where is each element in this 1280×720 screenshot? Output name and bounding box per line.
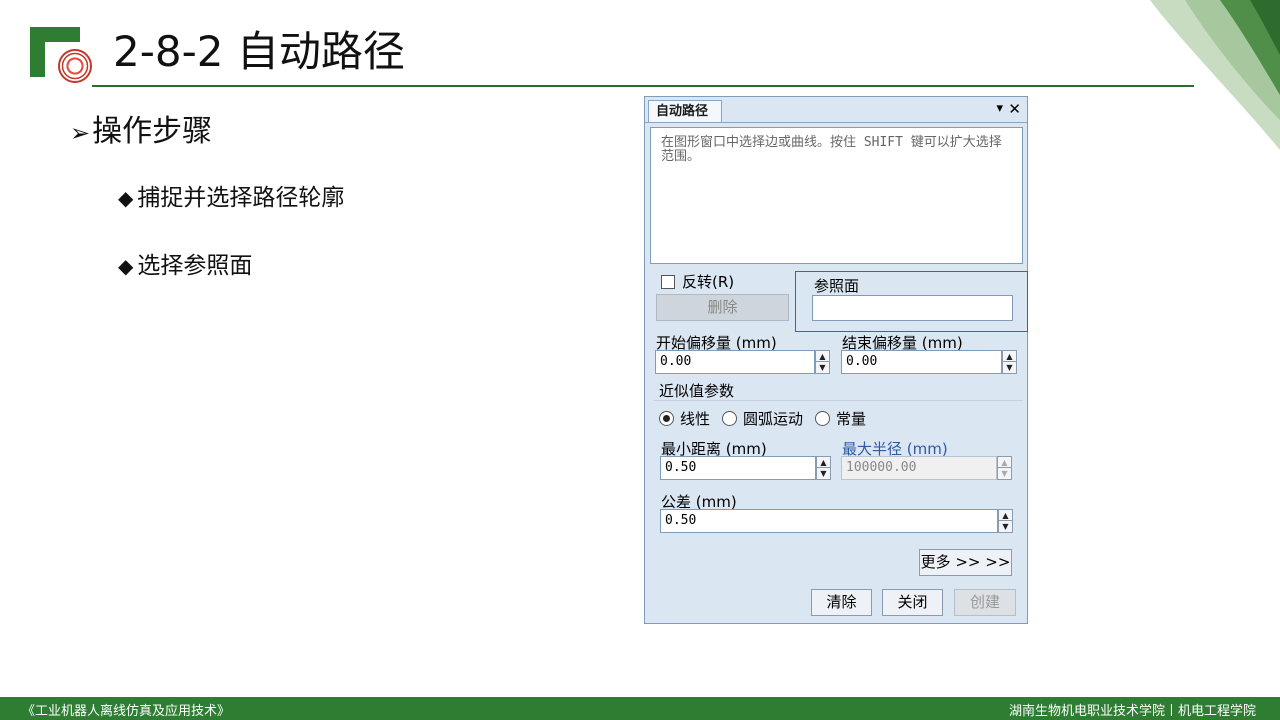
footer-bar: 《工业机器人离线仿真及应用技术》 湖南生物机电职业技术学院丨机电工程学院 — [0, 697, 1280, 720]
reference-label: 参照面 — [814, 277, 860, 295]
spin-down-icon[interactable]: ▼ — [816, 362, 829, 373]
tab-auto-path[interactable]: 自动路径 — [648, 100, 722, 122]
min-distance-stepper[interactable]: ▲ ▼ — [816, 456, 831, 480]
spin-up-icon[interactable]: ▲ — [817, 457, 830, 468]
start-offset-stepper[interactable]: ▲ ▼ — [815, 350, 830, 374]
instructions-text: 在图形窗口中选择边或曲线。按住 SHIFT 键可以扩大选择范围。 — [661, 135, 1002, 164]
bullet-text: 捕捉并选择路径轮廓 — [137, 185, 345, 211]
footer-course-title: 《工业机器人离线仿真及应用技术》 — [22, 704, 231, 719]
radio-icon[interactable] — [815, 411, 831, 426]
radio-icon[interactable] — [722, 411, 738, 426]
pin-dropdown-icon[interactable]: ▾ — [996, 101, 1003, 116]
min-distance-input[interactable]: 0.50 — [660, 456, 816, 480]
tolerance-input[interactable]: 0.50 — [660, 509, 998, 533]
radio-constant[interactable]: 常量 — [815, 408, 866, 429]
spin-down-icon: ▼ — [1001, 469, 1008, 478]
radio-label: 圆弧运动 — [743, 410, 804, 428]
spin-up-icon[interactable]: ▲ — [816, 351, 829, 362]
max-radius-input: 100000.00 — [841, 456, 997, 480]
clear-button[interactable]: 清除 — [811, 589, 872, 616]
auto-path-dialog: 自动路径 ▾ ✕ 在图形窗口中选择边或曲线。按住 SHIFT 键可以扩大选择范围… — [644, 96, 1028, 624]
checkbox-icon[interactable] — [661, 274, 675, 289]
spin-down-icon[interactable]: ▼ — [817, 468, 830, 479]
tolerance-stepper[interactable]: ▲ ▼ — [998, 509, 1013, 533]
section-heading: ➢操作步骤 — [70, 106, 212, 150]
spin-down-icon[interactable]: ▼ — [1003, 362, 1016, 373]
school-seal-icon — [58, 49, 92, 83]
radio-label: 常量 — [836, 410, 867, 428]
approx-params-label: 近似值参数 — [659, 382, 735, 400]
instructions-box: 在图形窗口中选择边或曲线。按住 SHIFT 键可以扩大选择范围。 — [650, 127, 1023, 264]
spin-up-icon[interactable]: ▲ — [1003, 351, 1016, 362]
group-divider — [653, 400, 1023, 401]
radio-arc[interactable]: 圆弧运动 — [722, 408, 803, 429]
delete-button[interactable]: 删除 — [656, 294, 789, 321]
end-offset-input[interactable]: 0.00 — [841, 350, 1002, 374]
radio-linear[interactable]: 线性 — [659, 408, 710, 429]
reverse-checkbox[interactable]: 反转(R) — [661, 271, 734, 292]
title-divider — [92, 85, 1194, 87]
max-radius-stepper: ▲ ▼ — [997, 456, 1012, 480]
radio-selected-icon[interactable] — [659, 411, 674, 426]
reference-surface-input[interactable] — [812, 295, 1013, 321]
spin-up-icon: ▲ — [998, 457, 1011, 468]
school-logo — [30, 27, 94, 85]
spin-down-icon[interactable]: ▼ — [999, 521, 1012, 532]
reverse-label: 反转(R) — [682, 273, 735, 291]
more-button[interactable]: 更多 >> >> — [919, 549, 1012, 576]
diamond-bullet-icon: ◆ — [118, 186, 134, 210]
diamond-bullet-icon: ◆ — [118, 254, 134, 278]
close-button[interactable]: 关闭 — [882, 589, 943, 616]
arrow-bullet-icon: ➢ — [70, 119, 91, 147]
decorative-leaves — [1150, 0, 1280, 150]
end-offset-stepper[interactable]: ▲ ▼ — [1002, 350, 1017, 374]
create-button: 创建 — [954, 589, 1016, 616]
close-icon[interactable]: ✕ — [1008, 100, 1021, 118]
section-heading-text: 操作步骤 — [92, 114, 213, 149]
page-title: 2-8-2 自动路径 — [113, 27, 405, 76]
bullet-item: ◆ 捕捉并选择路径轮廓 — [118, 178, 344, 212]
radio-label: 线性 — [680, 410, 711, 428]
footer-institution: 湖南生物机电职业技术学院丨机电工程学院 — [1008, 704, 1256, 719]
spin-up-icon[interactable]: ▲ — [999, 510, 1012, 521]
bullet-text: 选择参照面 — [137, 253, 253, 279]
start-offset-input[interactable]: 0.00 — [655, 350, 815, 374]
bullet-item: ◆ 选择参照面 — [118, 246, 252, 280]
approx-type-radio-group: 线性 圆弧运动 常量 — [659, 408, 878, 429]
tab-divider — [645, 122, 1027, 123]
